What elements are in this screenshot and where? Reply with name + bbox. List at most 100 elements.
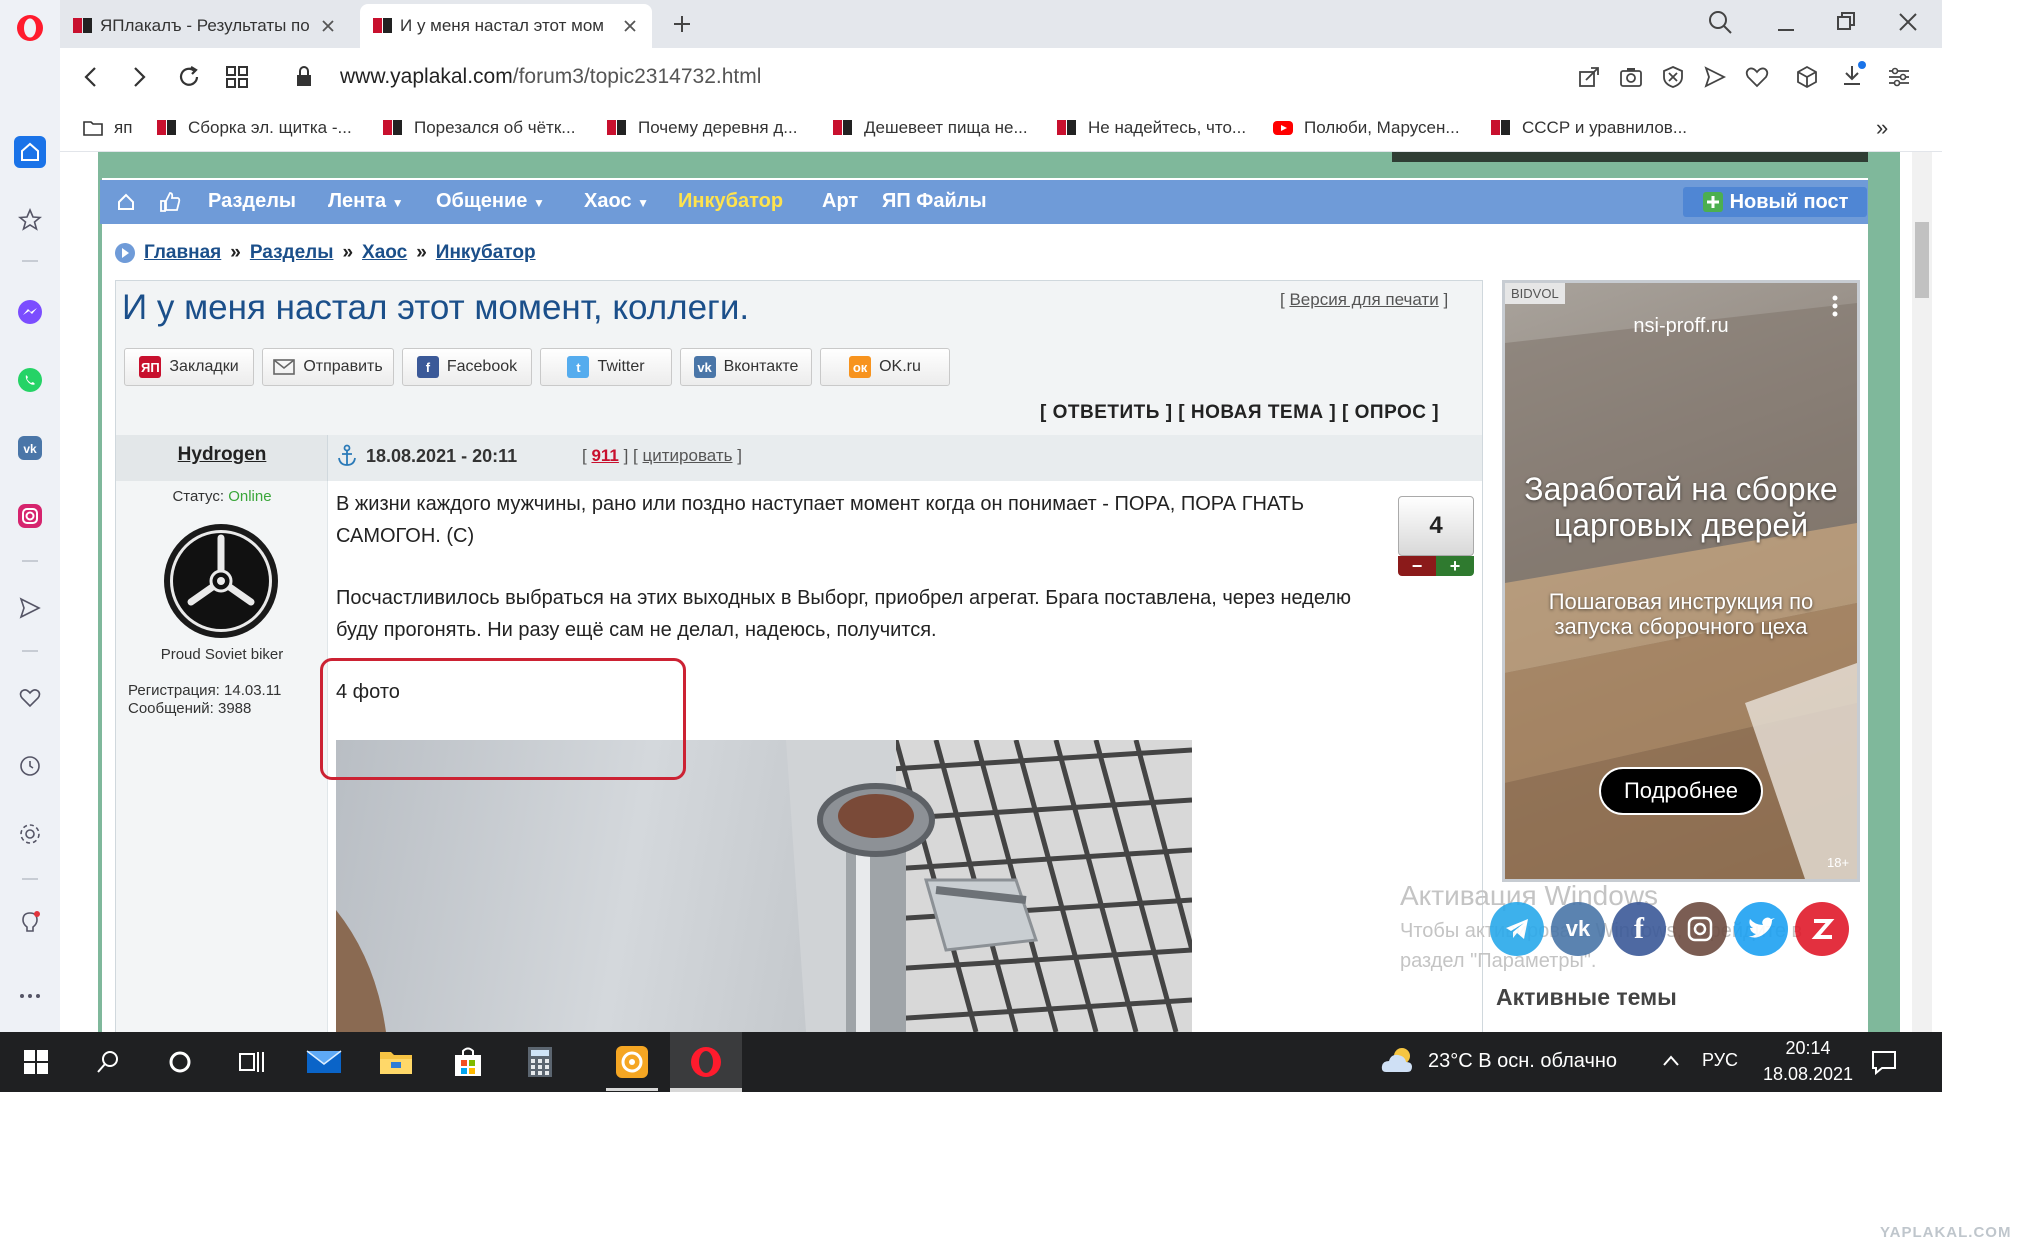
minimize-icon[interactable] [1772,8,1804,40]
opera-logo-icon[interactable] [14,12,46,44]
more-icon[interactable] [14,980,46,1012]
instagram-icon[interactable] [14,500,46,532]
bookmark-item[interactable]: СССР и уравнилов... [1490,116,1687,140]
mail-app-icon[interactable] [288,1032,360,1092]
messenger-icon[interactable] [14,296,46,328]
zen-round-icon[interactable] [1795,902,1849,956]
bookmark-item[interactable]: Сборка эл. щитка -... [156,116,352,140]
nav-khaos[interactable]: Хаос ▼ [584,190,649,213]
bookmark-item[interactable]: Не надейтесь, что... [1056,116,1246,140]
task-view-icon[interactable] [216,1032,288,1092]
snapshot-icon[interactable] [1618,64,1644,90]
lightbulb-icon[interactable] [14,908,46,940]
speed-dial-icon[interactable] [222,62,252,92]
easy-setup-icon[interactable] [1886,64,1912,90]
rating-minus-button[interactable]: − [1398,556,1436,576]
downloads-icon[interactable] [1838,60,1868,90]
start-windows-icon[interactable] [0,1032,72,1092]
tab-current-topic[interactable]: И у меня настал этот мом [360,4,652,48]
star-icon[interactable] [14,204,46,236]
language-indicator[interactable]: РУС [1702,1050,1738,1071]
print-version[interactable]: [ Версия для печати ] [1280,290,1448,310]
bookmark-item[interactable]: Полюби, Марусен... [1272,116,1460,140]
nav-art[interactable]: Арт [822,190,858,213]
forward-icon[interactable] [124,62,154,92]
share-facebook-button[interactable]: f Facebook [402,348,532,386]
bookmark-item[interactable]: Дешевеет пища не... [832,116,1028,140]
scrollbar-thumb[interactable] [1915,222,1929,298]
store-icon[interactable] [432,1032,504,1092]
whatsapp-icon[interactable] [14,364,46,396]
share-okru-button[interactable]: ок OK.ru [820,348,950,386]
share-bookmarks-button[interactable]: ЯП Закладки [124,348,254,386]
home-icon[interactable] [14,136,46,168]
home-nav-icon[interactable] [116,192,136,212]
nav-inkubator[interactable]: Инкубатор [678,190,783,213]
print-version-link[interactable]: Версия для печати [1289,290,1438,309]
post-number-link[interactable]: 911 [591,446,618,465]
adblock-icon[interactable] [1660,64,1686,90]
share-twitter-button[interactable]: t Twitter [540,348,672,386]
clock-date[interactable]: 18.08.2021 [1748,1064,1868,1085]
close-tab-icon[interactable] [620,16,640,36]
facebook-round-icon[interactable]: f [1612,902,1666,956]
avatar[interactable] [162,522,280,640]
chevron-up-icon[interactable] [1660,1050,1682,1072]
lock-icon[interactable] [292,64,316,90]
thumbs-up-icon[interactable] [158,190,182,214]
topic-actions[interactable]: [ ОТВЕТИТЬ ] [ НОВАЯ ТЕМА ] [ ОПРОС ] [1040,402,1439,424]
flow-send-icon[interactable] [1702,64,1728,90]
quote-link[interactable]: цитировать [643,446,733,465]
post-photo[interactable] [336,740,1192,1032]
share-page-icon[interactable] [1576,64,1602,90]
tab-search-results[interactable]: ЯПлакалъ - Результаты по [60,4,350,48]
rating-plus-button[interactable]: + [1436,556,1474,576]
breadcrumb-incubator[interactable]: Инкубатор [436,242,536,264]
reload-icon[interactable] [174,62,204,92]
close-tab-icon[interactable] [318,16,338,36]
telegram-icon[interactable] [1490,902,1544,956]
file-explorer-icon[interactable] [360,1032,432,1092]
page-scrollbar[interactable] [1912,152,1932,1032]
close-window-icon[interactable] [1894,8,1926,40]
url-field[interactable]: www.yaplakal.com/forum3/topic2314732.htm… [340,62,761,92]
share-vkontakte-button[interactable]: vk Вконтакте [680,348,812,386]
ad-cta-button[interactable]: Подробнее [1599,767,1763,815]
taskbar-search-icon[interactable] [72,1032,144,1092]
author-name[interactable]: Hydrogen [116,444,328,466]
nav-lenta[interactable]: Лента ▼ [328,190,404,213]
vk-sidebar-icon[interactable]: vk [14,432,46,464]
vk-round-icon[interactable]: vk [1551,902,1605,956]
send-icon[interactable] [14,592,46,624]
twitter-round-icon[interactable] [1734,902,1788,956]
weather-cloud-icon[interactable] [1380,1044,1418,1080]
breadcrumb-sections[interactable]: Разделы [250,242,334,264]
search-tabs-icon[interactable] [1706,8,1738,40]
nav-yap-files[interactable]: ЯП Файлы [882,190,987,213]
instagram-round-icon[interactable] [1673,902,1727,956]
nav-obshchenie[interactable]: Общение ▼ [436,190,545,213]
nav-razdely[interactable]: Разделы [208,190,296,213]
restore-icon[interactable] [1832,8,1864,40]
weather-text[interactable]: 23°C В осн. облачно [1428,1050,1617,1073]
new-post-button[interactable]: Новый пост [1683,187,1867,217]
share-send-button[interactable]: Отправить [262,348,394,386]
anchor-icon[interactable] [336,444,358,468]
history-icon[interactable] [14,750,46,782]
opera-taskbar-icon[interactable] [670,1032,742,1092]
ad-banner[interactable]: BIDVOL nsi-proff.ru Заработай на сборке … [1502,280,1860,882]
breadcrumb-chaos[interactable]: Хаос [362,242,407,264]
breadcrumb-main[interactable]: Главная [144,242,221,264]
notifications-icon[interactable] [1870,1048,1898,1076]
settings-icon[interactable] [14,818,46,850]
heart-icon[interactable] [14,682,46,714]
cortana-icon[interactable] [144,1032,216,1092]
clock-time[interactable]: 20:14 [1758,1038,1858,1059]
extensions-cube-icon[interactable] [1794,64,1820,90]
bookmark-item[interactable]: Почему деревня д... [606,116,797,140]
bookmark-folder-yap[interactable]: яп [82,116,132,140]
back-icon[interactable] [76,62,106,92]
bookmarks-overflow-button[interactable]: » [1876,115,1888,140]
new-tab-button[interactable] [666,8,698,40]
bookmark-item[interactable]: Порезался об чётк... [382,116,575,140]
